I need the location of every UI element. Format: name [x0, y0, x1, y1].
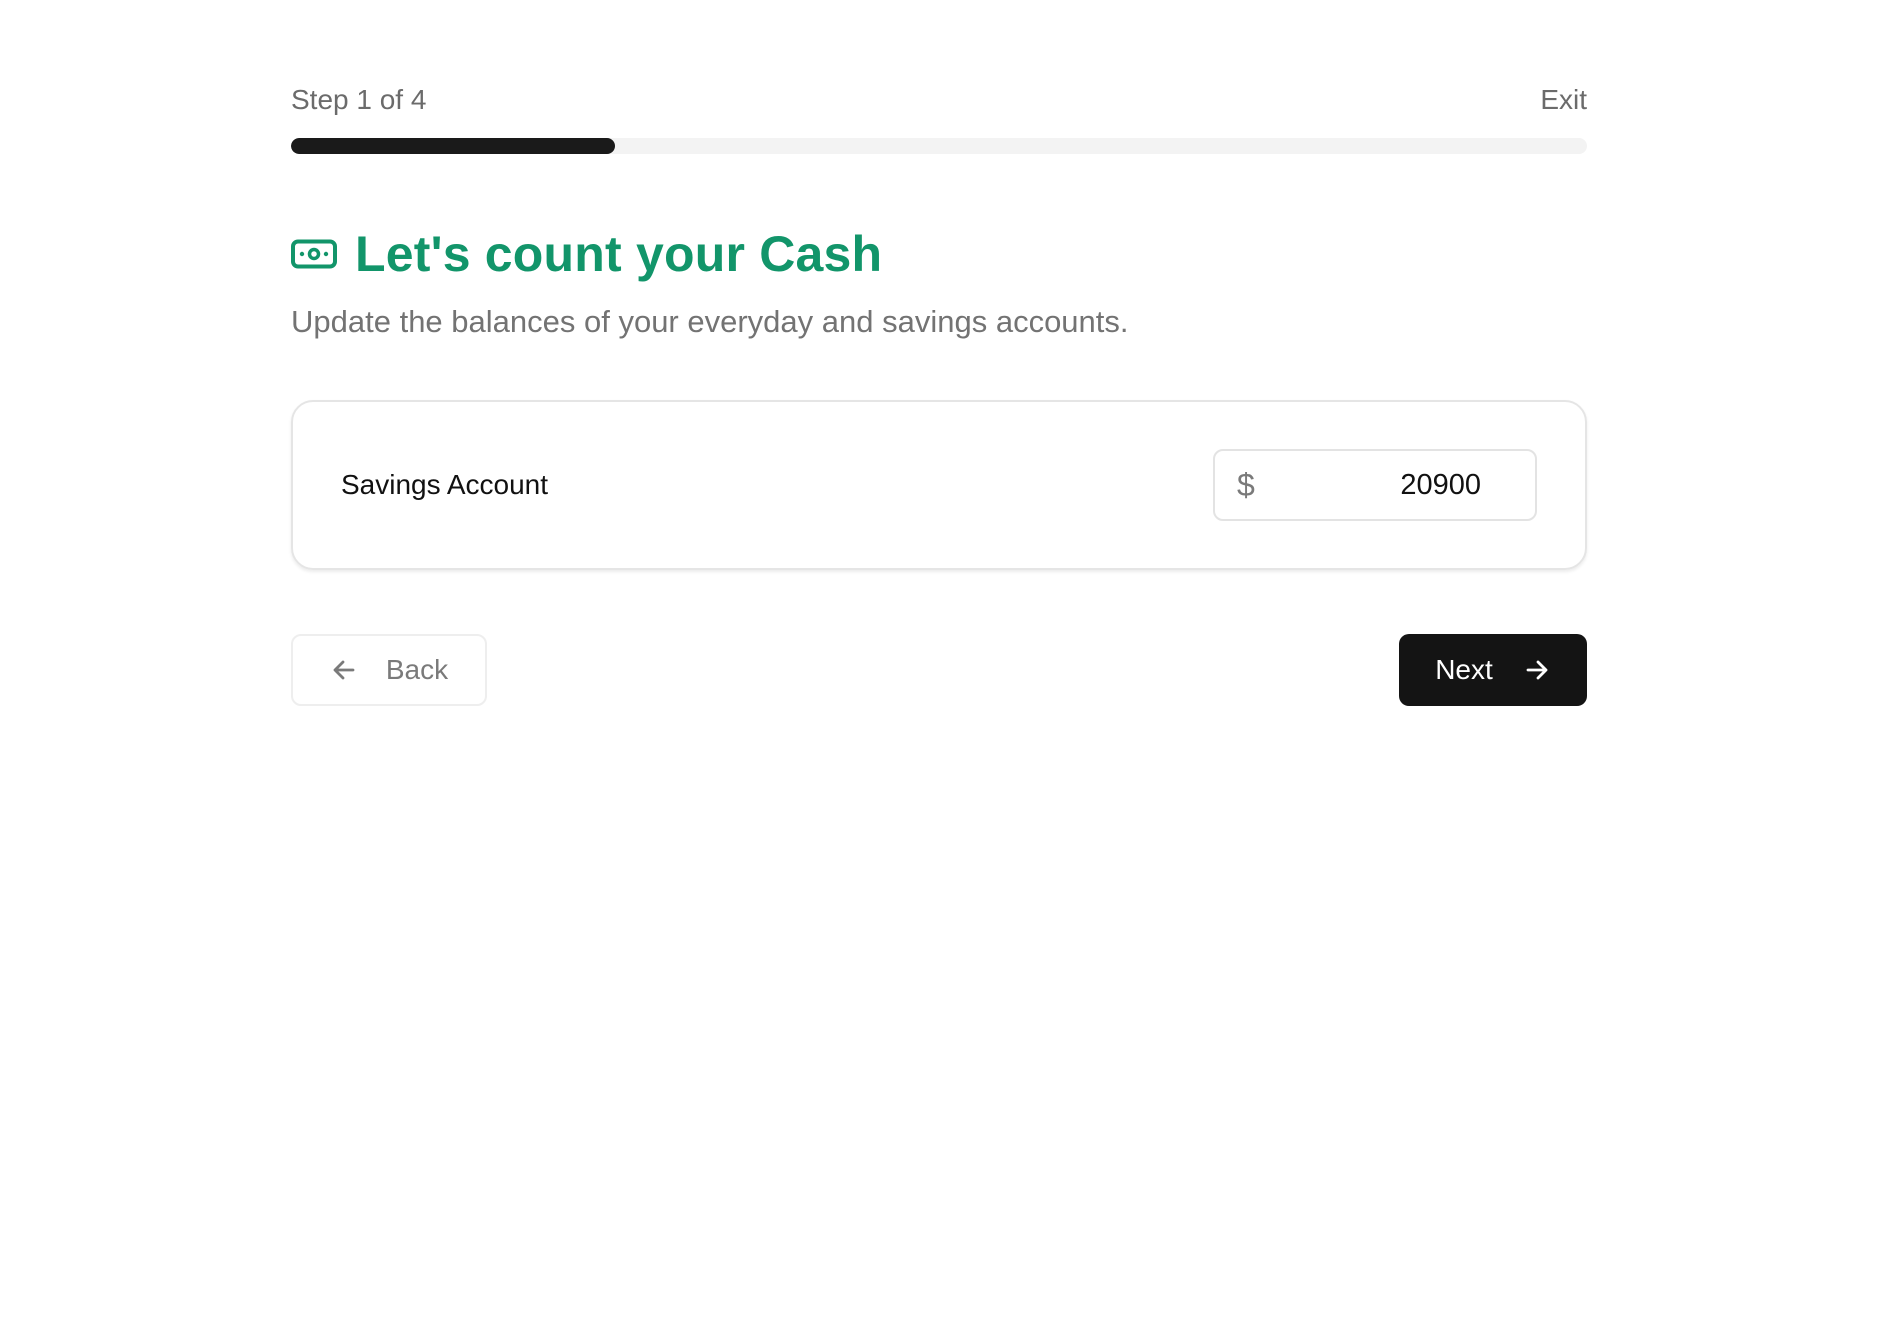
balance-field[interactable]: $ — [1213, 449, 1537, 521]
account-card: Savings Account $ — [291, 400, 1587, 570]
back-button[interactable]: Back — [291, 634, 487, 706]
page-heading: Let's count your Cash — [291, 224, 1587, 284]
arrow-left-icon — [330, 656, 358, 684]
back-button-label: Back — [385, 654, 449, 685]
step-header: Step 1 of 4 Exit — [291, 80, 1587, 120]
progress-bar — [291, 138, 1587, 154]
progress-bar-fill — [291, 138, 615, 154]
account-label: Savings Account — [341, 469, 549, 500]
onboarding-step: Step 1 of 4 Exit Let's count your Cash U… — [291, 80, 1587, 706]
page-subtitle: Update the balances of your everyday and… — [291, 304, 1129, 339]
page-title: Let's count your Cash — [355, 226, 883, 282]
next-button[interactable]: Next — [1399, 634, 1587, 706]
step-indicator: Step 1 of 4 — [291, 84, 427, 115]
step-navigation: Back Next — [291, 634, 1587, 706]
arrow-right-icon — [1523, 656, 1551, 684]
currency-symbol: $ — [1237, 466, 1255, 503]
balance-input[interactable] — [1254, 468, 1481, 502]
exit-link[interactable]: Exit — [1540, 84, 1587, 116]
next-button-label: Next — [1435, 654, 1493, 685]
cash-icon — [291, 239, 337, 269]
